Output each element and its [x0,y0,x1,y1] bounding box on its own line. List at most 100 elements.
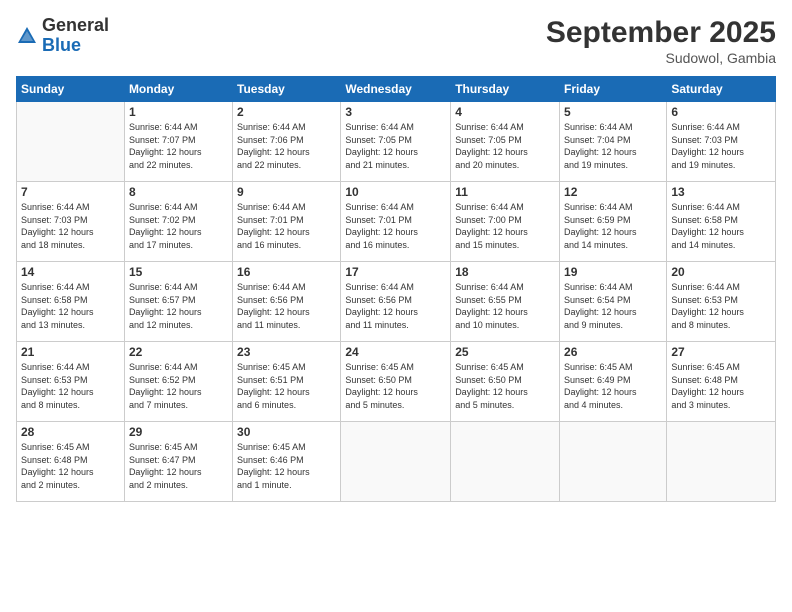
table-cell: 16 Sunrise: 6:44 AM Sunset: 6:56 PM Dayli… [233,262,341,342]
day-number: 16 [237,265,336,279]
table-cell: 18 Sunrise: 6:44 AM Sunset: 6:55 PM Dayli… [451,262,560,342]
table-cell: 4 Sunrise: 6:44 AM Sunset: 7:05 PM Daylig… [451,102,560,182]
table-cell [667,422,776,502]
day-info: Sunrise: 6:44 AM Sunset: 6:58 PM Dayligh… [21,281,120,331]
calendar-header: Sunday Monday Tuesday Wednesday Thursday… [17,77,776,102]
day-info: Sunrise: 6:44 AM Sunset: 6:53 PM Dayligh… [21,361,120,411]
table-cell: 11 Sunrise: 6:44 AM Sunset: 7:00 PM Dayli… [451,182,560,262]
day-number: 9 [237,185,336,199]
col-saturday: Saturday [667,77,776,102]
title-block: September 2025 Sudowol, Gambia [546,16,776,66]
table-cell: 27 Sunrise: 6:45 AM Sunset: 6:48 PM Dayli… [667,342,776,422]
day-info: Sunrise: 6:44 AM Sunset: 6:58 PM Dayligh… [671,201,771,251]
col-monday: Monday [124,77,232,102]
day-number: 3 [345,105,446,119]
day-info: Sunrise: 6:44 AM Sunset: 6:56 PM Dayligh… [237,281,336,331]
day-number: 27 [671,345,771,359]
table-cell: 17Sunrise: 6:44 AM Sunset: 6:56 PM Dayli… [341,262,451,342]
day-info: Sunrise: 6:45 AM Sunset: 6:50 PM Dayligh… [345,361,446,411]
table-cell: 19Sunrise: 6:44 AM Sunset: 6:54 PM Dayli… [560,262,667,342]
day-info: Sunrise: 6:44 AM Sunset: 6:59 PM Dayligh… [564,201,662,251]
table-cell: 7Sunrise: 6:44 AM Sunset: 7:03 PM Daylig… [17,182,125,262]
day-number: 15 [129,265,228,279]
col-wednesday: Wednesday [341,77,451,102]
table-cell [341,422,451,502]
logo-blue-text: Blue [42,35,81,55]
table-cell: 10 Sunrise: 6:44 AM Sunset: 7:01 PM Dayli… [341,182,451,262]
day-info: Sunrise: 6:44 AM Sunset: 6:53 PM Dayligh… [671,281,771,331]
day-number: 17 [345,265,446,279]
logo-general-text: General [42,15,109,35]
day-info: Sunrise: 6:45 AM Sunset: 6:47 PM Dayligh… [129,441,228,491]
day-info: Sunrise: 6:44 AM Sunset: 7:04 PM Dayligh… [564,121,662,171]
table-cell: 26Sunrise: 6:45 AM Sunset: 6:49 PM Dayli… [560,342,667,422]
day-info: Sunrise: 6:44 AM Sunset: 6:52 PM Dayligh… [129,361,228,411]
table-cell: 20Sunrise: 6:44 AM Sunset: 6:53 PM Dayli… [667,262,776,342]
table-cell: 21 Sunrise: 6:44 AM Sunset: 6:53 PM Dayli… [17,342,125,422]
day-info: Sunrise: 6:44 AM Sunset: 6:55 PM Dayligh… [455,281,555,331]
day-info: Sunrise: 6:44 AM Sunset: 7:03 PM Dayligh… [671,121,771,171]
day-info: Sunrise: 6:45 AM Sunset: 6:46 PM Dayligh… [237,441,336,491]
calendar-week-row: 7Sunrise: 6:44 AM Sunset: 7:03 PM Daylig… [17,182,776,262]
day-number: 8 [129,185,228,199]
table-cell: 5Sunrise: 6:44 AM Sunset: 7:04 PM Daylig… [560,102,667,182]
table-cell: 25Sunrise: 6:45 AM Sunset: 6:50 PM Dayli… [451,342,560,422]
calendar-week-row: 21 Sunrise: 6:44 AM Sunset: 6:53 PM Dayli… [17,342,776,422]
day-info: Sunrise: 6:45 AM Sunset: 6:49 PM Dayligh… [564,361,662,411]
day-info: Sunrise: 6:44 AM Sunset: 6:57 PM Dayligh… [129,281,228,331]
table-cell [451,422,560,502]
day-info: Sunrise: 6:45 AM Sunset: 6:48 PM Dayligh… [671,361,771,411]
day-number: 21 [21,345,120,359]
day-info: Sunrise: 6:44 AM Sunset: 7:01 PM Dayligh… [237,201,336,251]
calendar-week-row: 14Sunrise: 6:44 AM Sunset: 6:58 PM Dayli… [17,262,776,342]
table-cell: 12 Sunrise: 6:44 AM Sunset: 6:59 PM Dayli… [560,182,667,262]
day-info: Sunrise: 6:44 AM Sunset: 7:00 PM Dayligh… [455,201,555,251]
day-number: 22 [129,345,228,359]
table-cell [560,422,667,502]
day-info: Sunrise: 6:45 AM Sunset: 6:51 PM Dayligh… [237,361,336,411]
table-cell: 29 Sunrise: 6:45 AM Sunset: 6:47 PM Dayli… [124,422,232,502]
day-info: Sunrise: 6:44 AM Sunset: 7:02 PM Dayligh… [129,201,228,251]
day-number: 4 [455,105,555,119]
table-cell: 8 Sunrise: 6:44 AM Sunset: 7:02 PM Daylig… [124,182,232,262]
table-cell: 23Sunrise: 6:45 AM Sunset: 6:51 PM Dayli… [233,342,341,422]
col-thursday: Thursday [451,77,560,102]
days-header-row: Sunday Monday Tuesday Wednesday Thursday… [17,77,776,102]
day-number: 18 [455,265,555,279]
table-cell: 6 Sunrise: 6:44 AM Sunset: 7:03 PM Daylig… [667,102,776,182]
day-number: 11 [455,185,555,199]
day-number: 13 [671,185,771,199]
day-info: Sunrise: 6:44 AM Sunset: 7:06 PM Dayligh… [237,121,336,171]
day-number: 10 [345,185,446,199]
day-number: 30 [237,425,336,439]
day-number: 19 [564,265,662,279]
day-info: Sunrise: 6:44 AM Sunset: 7:05 PM Dayligh… [455,121,555,171]
logo-icon [16,25,38,47]
day-info: Sunrise: 6:44 AM Sunset: 7:07 PM Dayligh… [129,121,228,171]
table-cell [17,102,125,182]
day-number: 1 [129,105,228,119]
day-number: 6 [671,105,771,119]
day-info: Sunrise: 6:44 AM Sunset: 7:01 PM Dayligh… [345,201,446,251]
table-cell: 3Sunrise: 6:44 AM Sunset: 7:05 PM Daylig… [341,102,451,182]
day-info: Sunrise: 6:45 AM Sunset: 6:48 PM Dayligh… [21,441,120,491]
table-cell: 2 Sunrise: 6:44 AM Sunset: 7:06 PM Daylig… [233,102,341,182]
day-number: 29 [129,425,228,439]
day-number: 12 [564,185,662,199]
table-cell: 24 Sunrise: 6:45 AM Sunset: 6:50 PM Dayli… [341,342,451,422]
table-cell: 9 Sunrise: 6:44 AM Sunset: 7:01 PM Daylig… [233,182,341,262]
page: General Blue September 2025 Sudowol, Gam… [0,0,792,612]
table-cell: 14Sunrise: 6:44 AM Sunset: 6:58 PM Dayli… [17,262,125,342]
col-friday: Friday [560,77,667,102]
calendar-week-row: 1 Sunrise: 6:44 AM Sunset: 7:07 PM Daylig… [17,102,776,182]
day-number: 25 [455,345,555,359]
col-sunday: Sunday [17,77,125,102]
logo-text: General Blue [42,16,109,56]
day-number: 24 [345,345,446,359]
table-cell: 13 Sunrise: 6:44 AM Sunset: 6:58 PM Dayli… [667,182,776,262]
col-tuesday: Tuesday [233,77,341,102]
calendar-week-row: 28Sunrise: 6:45 AM Sunset: 6:48 PM Dayli… [17,422,776,502]
calendar-table: Sunday Monday Tuesday Wednesday Thursday… [16,76,776,502]
month-title: September 2025 [546,16,776,50]
day-number: 2 [237,105,336,119]
